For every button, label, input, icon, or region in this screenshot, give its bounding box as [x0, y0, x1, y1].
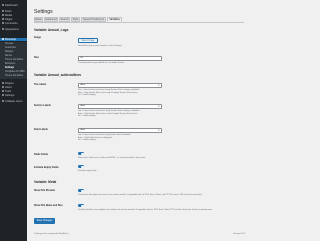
field-labels-label: Field Labels — [34, 128, 48, 131]
toggle-knob — [81, 189, 84, 192]
chevron-down-icon: ▾ — [158, 105, 160, 108]
submenu-item-widgets[interactable]: Widgets — [5, 51, 13, 54]
admin-window: Dashboard Posts Media Pages Comments App… — [0, 0, 250, 241]
chevron-down-icon: ▾ — [158, 84, 160, 87]
size-label: Size — [34, 56, 39, 59]
image-description: Set default_logo or your template via th… — [78, 45, 123, 47]
chevron-down-icon: ▾ — [158, 129, 160, 132]
file-preview-desc: Preview the files digital on mouse over … — [78, 194, 203, 196]
media-icon — [2, 14, 4, 16]
tile-labels-desc-3: On - Default display — [78, 94, 96, 96]
section-title-annual: Variable: Annual_Logo — [34, 28, 69, 32]
section-labels-select[interactable]: Auto ▾ — [78, 104, 162, 109]
size-input[interactable]: 60 — [78, 56, 162, 61]
bootstrap-icon — [2, 38, 4, 40]
sidebar-item-settings[interactable]: Settings — [0, 94, 27, 97]
section-labels-label: Section Labels — [34, 104, 51, 107]
sidebar-item-bootstrap[interactable]: Bootstrap — [0, 38, 27, 41]
toggle-knob — [81, 165, 84, 168]
field-labels-select[interactable]: Auto ▾ — [78, 128, 162, 133]
static-fields-toggle[interactable] — [78, 152, 84, 156]
image-label: Image — [34, 36, 41, 39]
field-labels-value: Auto — [80, 129, 86, 131]
submenu-item-customize[interactable]: Customize — [5, 47, 16, 50]
sidebar-item-comments[interactable]: Comments — [0, 22, 27, 25]
size-description: The dimension in your default px - the w… — [78, 62, 125, 64]
file-name-size-label: Show File Name and Size — [34, 204, 63, 207]
toggle-knob — [81, 152, 84, 155]
submenu-item-menus[interactable]: Menus — [5, 55, 12, 58]
static-fields-label: Static Fields — [34, 153, 49, 156]
exclude-empty-toggle[interactable] — [78, 165, 84, 169]
file-name-size-toggle[interactable] — [78, 204, 84, 208]
version-text: Version 6.5.5 — [233, 233, 245, 235]
field-labels-desc-3: On - Default display — [78, 139, 96, 141]
submenu-item-themes[interactable]: Themes — [5, 43, 13, 46]
admin-sidebar: Dashboard Posts Media Pages Comments App… — [0, 0, 27, 241]
sidebar-item-appearance[interactable]: Appearance — [0, 28, 27, 31]
file-preview-label: Show File Preview — [34, 189, 55, 192]
section-title-subheadlines: Variable: Annual_subheadlines — [34, 73, 81, 77]
tile-labels-label: Tile Labels — [34, 83, 47, 86]
dashboard-icon — [2, 4, 4, 6]
settings-main: Settings Basic Advanced Search Style Spe… — [27, 0, 250, 241]
save-changes-button[interactable]: Save Changes — [34, 218, 55, 224]
tile-labels-select[interactable]: Auto ▾ — [78, 83, 162, 88]
user-icon — [2, 86, 4, 88]
select-image-button[interactable]: Select Image — [78, 38, 98, 43]
file-name-size-desc: Scroll behind file name applied view vis… — [78, 209, 213, 211]
footer-text: Thank you for creating with WordPress. — [34, 233, 69, 235]
page-title: Settings — [34, 9, 53, 15]
toggle-knob — [81, 204, 84, 207]
page-icon — [2, 18, 4, 20]
settings-icon — [2, 94, 4, 96]
pin-icon — [2, 10, 4, 12]
comment-icon — [2, 22, 4, 24]
exclude-empty-label: Exclude Empty Fields — [34, 166, 59, 169]
submenu-item-editor[interactable]: Theme File Editor — [5, 59, 23, 62]
plugin-icon — [2, 82, 4, 84]
wrench-icon — [2, 90, 4, 92]
collapse-menu-button[interactable]: Collapse menu — [0, 100, 27, 103]
section-labels-value: Auto — [80, 105, 86, 107]
sidebar-item-dashboard[interactable]: Dashboard — [0, 4, 27, 7]
submenu-item-templates[interactable]: Templates for WBA — [5, 71, 25, 74]
tile-labels-value: Auto — [80, 84, 86, 86]
section-labels-desc-3: On - Default display — [78, 115, 96, 117]
file-preview-toggle[interactable] — [78, 189, 84, 193]
exclude-empty-desc: Exclude empty fields. — [78, 170, 97, 172]
submenu-item-bootscore[interactable]: Bootscore — [5, 63, 15, 66]
submenu-item-settings[interactable]: Settings — [5, 67, 14, 70]
submenu-item-theme-editor[interactable]: Theme File Editor — [5, 75, 23, 78]
collapse-icon — [2, 100, 4, 102]
static-fields-desc: Show static fields such as date and HTML… — [78, 157, 146, 159]
brush-icon — [2, 28, 4, 30]
section-title-metal: Variable: Metal — [34, 180, 57, 184]
